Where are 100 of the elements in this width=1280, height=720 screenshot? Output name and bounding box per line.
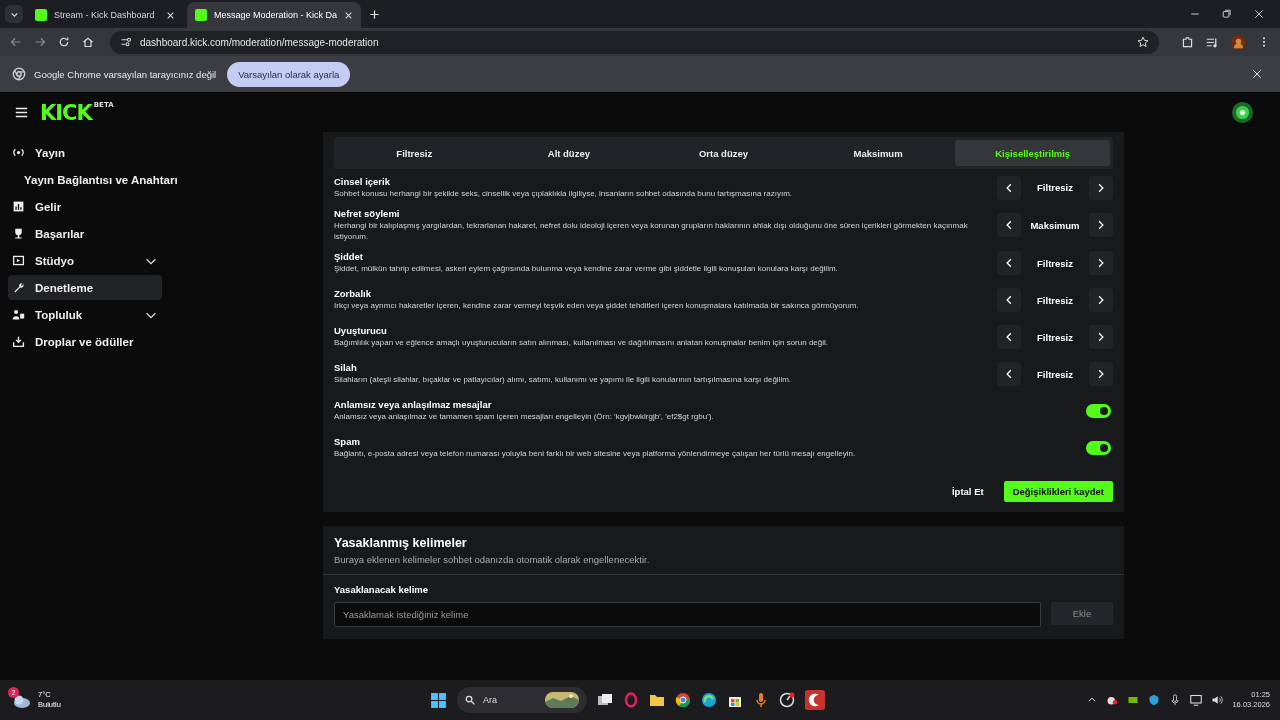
shield-icon[interactable]	[1148, 694, 1161, 706]
sidebar-item[interactable]: Yayın Bağlantısı ve Anahtarı	[8, 167, 323, 192]
restore-icon[interactable]	[1222, 9, 1232, 19]
tab-list-button[interactable]	[5, 5, 23, 23]
close-icon[interactable]	[1254, 9, 1264, 19]
trophy-icon	[12, 227, 25, 240]
chevron-right-icon	[1096, 295, 1106, 306]
new-tab-icon[interactable]	[369, 8, 381, 20]
preset-tab[interactable]: Orta düzey	[646, 140, 801, 166]
chevron-right-icon	[1096, 369, 1106, 380]
broadcast-icon	[12, 146, 25, 159]
category-title: Anlamsız veya anlaşılmaz mesajlar	[334, 399, 493, 411]
preset-tab[interactable]: Kişiselleştirilmiş	[955, 140, 1110, 166]
preset-tab[interactable]: Filtresiz	[337, 140, 492, 166]
sidebar-item[interactable]: Denetleme	[8, 275, 162, 300]
browser-tab[interactable]: Stream - Kick Dashboard	[27, 2, 183, 28]
chevron-left-icon	[1004, 332, 1014, 343]
taskbar-search[interactable]: Ara	[457, 687, 587, 713]
gauge-icon[interactable]	[779, 692, 795, 708]
folder-icon[interactable]	[649, 692, 665, 708]
filter-level: Filtresiz	[1036, 331, 1074, 343]
home-icon[interactable]	[82, 36, 94, 48]
browser-tab[interactable]: Message Moderation - Kick Da	[187, 2, 362, 28]
speaker-icon[interactable]	[1211, 694, 1224, 706]
people-icon	[12, 308, 25, 321]
back-icon[interactable]	[10, 36, 22, 48]
wave-icon[interactable]	[701, 692, 717, 708]
next-button[interactable]	[1089, 288, 1113, 313]
close-icon	[166, 10, 175, 20]
previous-button[interactable]	[997, 325, 1021, 350]
chevron-right-icon	[1096, 182, 1106, 193]
filter-level: Filtresiz	[1036, 257, 1074, 269]
category-title: Zorbalık	[334, 288, 372, 300]
ring-icon[interactable]	[623, 692, 639, 708]
chevron-left-icon	[1004, 258, 1014, 269]
microphone-icon[interactable]	[753, 692, 769, 708]
toggle-switch[interactable]	[1086, 404, 1111, 419]
sidebar-item[interactable]: Gelir	[8, 194, 162, 219]
download-icon	[12, 335, 25, 348]
category-description: Herhangi bir kalıplaşmış yargılardan, tekrarlanan hakaret, nefret dolu ideoloji içeren veya korunan grupların haklarının ahlak dışı olduğunu öne süren içerikleri görmekten kaçınmak istiyorum.	[334, 221, 969, 243]
set-default-button[interactable]: Varsayılan olarak ayarla	[227, 61, 351, 87]
chevron-right-icon	[1096, 258, 1106, 269]
category-title: Spam	[334, 436, 361, 448]
chevron-right-icon	[1096, 332, 1106, 343]
star-icon[interactable]	[1137, 36, 1149, 48]
reload-icon[interactable]	[58, 36, 70, 48]
infobar-message: Google Chrome varsayılan tarayıcınız değil	[34, 68, 217, 80]
chevron-up-icon[interactable]	[1087, 695, 1098, 705]
chevron-left-icon	[1004, 182, 1014, 193]
preset-tab[interactable]: Maksimum	[800, 140, 956, 166]
wrench-icon	[12, 281, 25, 294]
section-title: Yasaklanmış kelimeler	[334, 535, 468, 550]
previous-button[interactable]	[997, 251, 1021, 276]
category-description: Irkçı veya ayrımcı hakaretler içeren, kendine zarar vermeyi teşvik eden veya şiddet tehditleri içeren konuşmalara katılmada bir sakınca görmüyorum.	[334, 301, 860, 312]
sidebar-item[interactable]: Yayın	[8, 140, 162, 165]
browser-icon[interactable]	[675, 692, 691, 708]
sidebar-item[interactable]: Droplar ve ödüller	[8, 329, 162, 354]
sidebar-item[interactable]: Topluluk	[8, 302, 162, 327]
next-button[interactable]	[1089, 362, 1113, 387]
chip-icon[interactable]	[1127, 694, 1140, 706]
save-button[interactable]: Değişiklikleri kaydet	[1003, 480, 1113, 502]
chrome-icon	[12, 67, 26, 81]
site-settings-icon[interactable]	[120, 36, 132, 48]
next-button[interactable]	[1089, 213, 1113, 238]
microphone-icon[interactable]	[1169, 694, 1182, 706]
close-icon	[344, 10, 354, 20]
puzzle-icon[interactable]	[1181, 35, 1194, 49]
address-bar[interactable]: dashboard.kick.com/moderation/message-moderation	[110, 30, 1159, 54]
filter-level: Filtresiz	[1036, 294, 1074, 306]
sidebar-item[interactable]: Başarılar	[8, 221, 162, 246]
cancel-button[interactable]: İptal Et	[945, 484, 990, 498]
close-icon[interactable]	[1252, 69, 1262, 79]
window-icon[interactable]	[597, 692, 613, 708]
sidebar-item[interactable]: Stüdyo	[8, 248, 162, 273]
toggle-switch[interactable]	[1086, 441, 1111, 456]
media-icon[interactable]	[1206, 35, 1219, 49]
forward-icon[interactable]	[34, 36, 46, 48]
category-title: Silah	[334, 362, 358, 374]
category-title: Uyuşturucu	[334, 325, 388, 337]
previous-button[interactable]	[997, 362, 1021, 387]
previous-button[interactable]	[997, 288, 1021, 313]
search-icon	[465, 695, 475, 705]
crescent-icon[interactable]	[805, 690, 825, 710]
video-icon	[12, 254, 25, 267]
previous-button[interactable]	[997, 175, 1021, 200]
monitor-icon[interactable]	[1190, 694, 1203, 706]
cloud-icon[interactable]	[1106, 694, 1119, 706]
chevron-right-icon	[1096, 220, 1106, 231]
avatar-icon[interactable]	[1232, 102, 1253, 123]
category-title: Nefret söylemi	[334, 208, 401, 219]
start-icon[interactable]	[430, 691, 447, 709]
word-input-field[interactable]: Yasaklamak istediğiniz kelime	[334, 601, 1041, 627]
next-button[interactable]	[1089, 251, 1113, 276]
category-description: Sohbet konusu herhangi bir şekilde seks, cinsellik veya çıplaklıkla ilgiliyse, insanların sohbet odasında bunu tartışmasına razıyım.	[334, 188, 793, 200]
previous-button[interactable]	[997, 213, 1021, 238]
next-button[interactable]	[1089, 175, 1113, 200]
next-button[interactable]	[1089, 325, 1113, 350]
menu-icon[interactable]	[15, 106, 28, 119]
chevron-left-icon	[1004, 369, 1014, 380]
preset-tab[interactable]: Alt düzey	[491, 140, 647, 166]
